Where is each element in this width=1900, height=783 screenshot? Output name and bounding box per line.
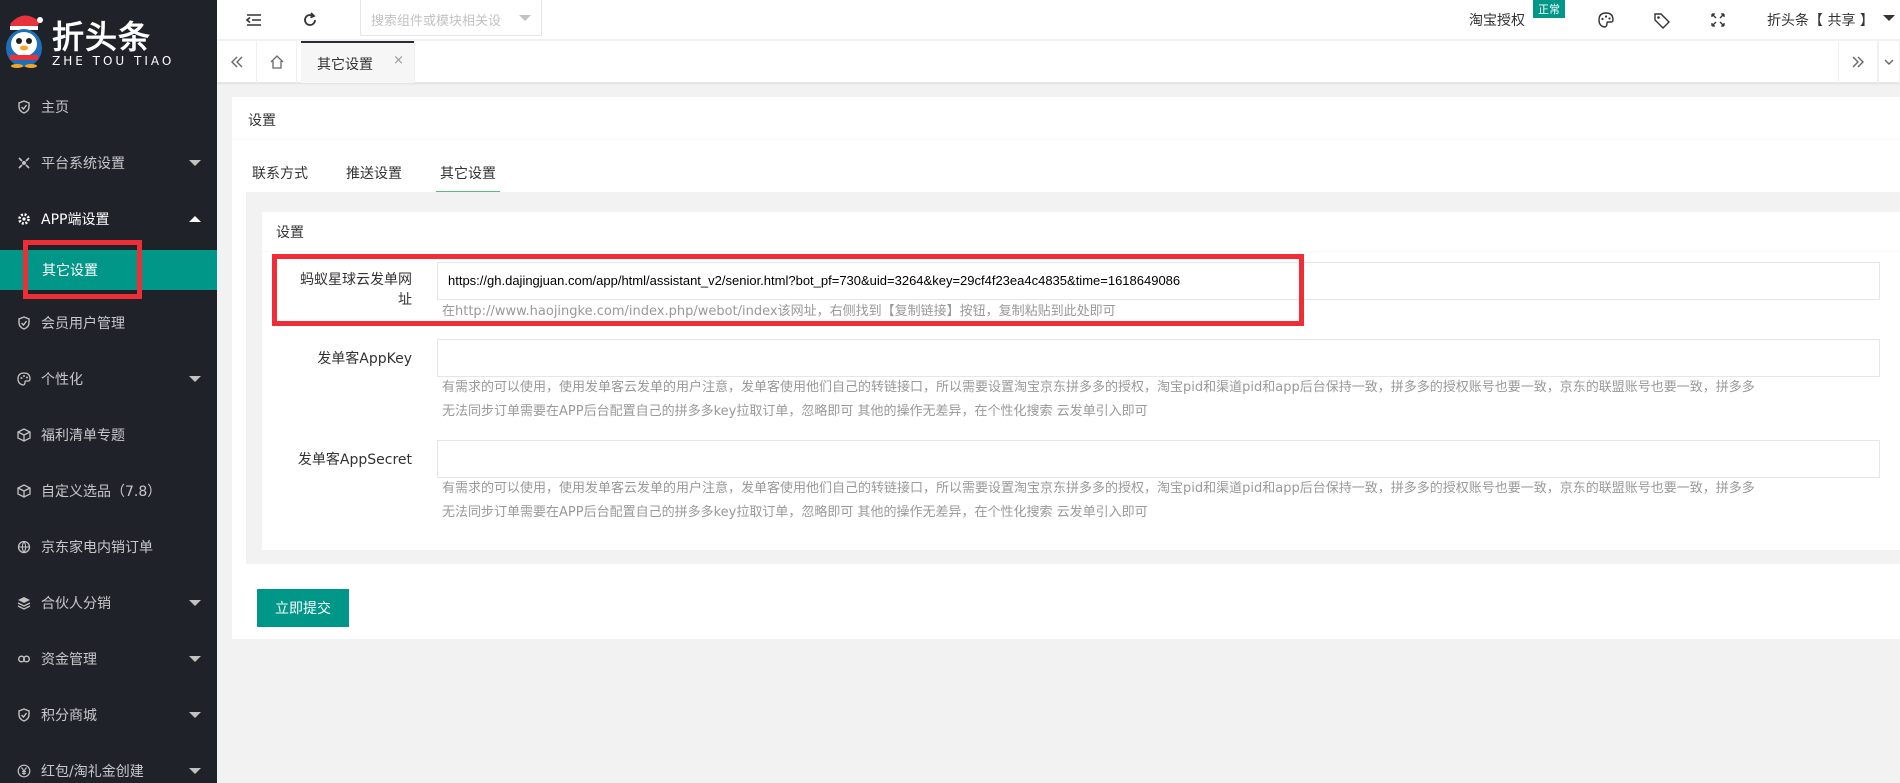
tab-other-settings-active[interactable]: 其它设置 <box>436 155 500 193</box>
sidebar-item-personalize[interactable]: 个性化 <box>0 351 217 407</box>
status-badge: 正常 <box>1533 0 1565 18</box>
sidebar-item-member-management[interactable]: 会员用户管理 <box>0 295 217 351</box>
yen-icon <box>17 764 31 778</box>
sidebar-item-red-packet[interactable]: 红包/淘礼金创建 <box>0 743 217 783</box>
tabs-scroll-left-button[interactable] <box>217 41 257 83</box>
globe-icon <box>17 540 31 554</box>
box-icon <box>17 428 31 442</box>
brand-subtitle: ZHE TOU TIAO <box>52 54 175 68</box>
search-placeholder: 搜索组件或模块相关设 <box>371 14 502 29</box>
form-title: 设置 <box>276 225 304 241</box>
sidebar-item-fund-management[interactable]: 资金管理 <box>0 631 217 687</box>
appkey-input[interactable] <box>437 339 1880 377</box>
tab-label: 其它设置 <box>317 57 373 73</box>
brand-name: 折头条 <box>52 18 152 56</box>
palette-icon <box>17 372 31 386</box>
tab-contact[interactable]: 联系方式 <box>252 155 308 183</box>
field-hint: 有需求的可以使用，使用发单客云发单的用户注意，发单客使用他们自己的转链接口，所以… <box>442 376 1755 424</box>
shield-icon <box>17 316 31 330</box>
box-icon <box>17 484 31 498</box>
field-label-appsecret: 发单客AppSecret <box>297 452 412 468</box>
double-chevron-left-icon <box>230 56 242 68</box>
penguin-mascot-icon <box>6 15 43 68</box>
home-icon <box>270 55 283 69</box>
chevron-down-icon <box>189 376 201 382</box>
tab-active-indicator <box>301 41 414 43</box>
card-title: 设置 <box>248 113 276 129</box>
user-menu[interactable]: 折头条【 共享 】 <box>1767 10 1874 30</box>
chevron-down-icon <box>189 768 201 774</box>
sidebar-item-label: 会员用户管理 <box>41 316 125 332</box>
sidebar-item-partner-distribution[interactable]: 合伙人分销 <box>0 575 217 631</box>
field-label-appkey: 发单客AppKey <box>317 351 412 367</box>
top-header: 搜索组件或模块相关设 淘宝授权 正常 折头条【 共享 】 <box>217 0 1900 40</box>
settings-icon <box>17 156 31 170</box>
hint-line: 有需求的可以使用，使用发单客云发单的用户注意，发单客使用他们自己的转链接口，所以… <box>442 380 1755 395</box>
divider <box>262 251 1900 252</box>
sidebar-item-custom-selection[interactable]: 自定义选品（7.8） <box>0 463 217 519</box>
menu-collapse-icon[interactable] <box>245 11 263 29</box>
sidebar-item-points-mall[interactable]: 积分商城 <box>0 687 217 743</box>
submit-button[interactable]: 立即提交 <box>257 589 349 627</box>
sidebar-item-label: 积分商城 <box>41 708 97 724</box>
shield-icon <box>17 708 31 722</box>
page-tab-bar: 其它设置 × <box>217 41 1900 83</box>
highlight-box <box>272 254 1304 326</box>
sidebar: 折头条 ZHE TOU TIAO 主页 平台系统设置 APP端设置 其它设置 会… <box>0 0 217 783</box>
chevron-down-icon <box>189 656 201 662</box>
chevron-down-icon <box>519 15 531 21</box>
sidebar-item-label: 主页 <box>41 100 69 116</box>
link-icon <box>17 652 31 666</box>
refresh-icon[interactable] <box>301 11 319 29</box>
chevron-down-icon[interactable] <box>1883 15 1895 21</box>
sidebar-item-label: 京东家电内销订单 <box>41 540 153 556</box>
sidebar-item-label: APP端设置 <box>41 212 110 228</box>
module-search-select[interactable]: 搜索组件或模块相关设 <box>360 0 542 36</box>
hint-line: 无法同步订单需要在APP后台配置自己的拼多多key拉取订单，忽略即可 其他的操作… <box>442 404 1148 419</box>
theme-palette-icon[interactable] <box>1597 11 1615 29</box>
home-tab-button[interactable] <box>257 41 297 83</box>
hint-line: 无法同步订单需要在APP后台配置自己的拼多多key拉取订单，忽略即可 其他的操作… <box>442 505 1148 520</box>
appsecret-input[interactable] <box>437 440 1880 478</box>
hint-line: 有需求的可以使用，使用发单客云发单的用户注意，发单客使用他们自己的转链接口，所以… <box>442 481 1755 496</box>
chevron-down-icon <box>1884 59 1894 65</box>
gear-icon <box>17 212 31 226</box>
close-icon[interactable]: × <box>393 53 404 68</box>
sidebar-item-welfare-list[interactable]: 福利清单专题 <box>0 407 217 463</box>
double-chevron-right-icon <box>1852 56 1864 68</box>
divider <box>232 139 1900 140</box>
sidebar-item-app-settings[interactable]: APP端设置 <box>0 191 217 247</box>
tab-push-settings[interactable]: 推送设置 <box>346 155 402 183</box>
sidebar-item-platform-settings[interactable]: 平台系统设置 <box>0 135 217 191</box>
shield-icon <box>17 100 31 114</box>
sidebar-item-label: 平台系统设置 <box>41 156 125 172</box>
field-hint: 有需求的可以使用，使用发单客云发单的用户注意，发单客使用他们自己的转链接口，所以… <box>442 477 1755 525</box>
sidebar-item-home[interactable]: 主页 <box>0 79 217 135</box>
sidebar-item-label: 合伙人分销 <box>41 596 111 612</box>
layers-icon <box>17 596 31 610</box>
sidebar-item-label: 红包/淘礼金创建 <box>41 764 144 780</box>
tab-other-settings[interactable]: 其它设置 × <box>301 41 415 83</box>
chevron-up-icon <box>189 216 201 222</box>
chevron-down-icon <box>189 600 201 606</box>
taobao-auth-label[interactable]: 淘宝授权 <box>1469 10 1525 30</box>
logo[interactable]: 折头条 ZHE TOU TIAO <box>0 0 217 80</box>
tag-icon[interactable] <box>1653 11 1671 29</box>
sidebar-item-jd-orders[interactable]: 京东家电内销订单 <box>0 519 217 575</box>
sidebar-item-label: 福利清单专题 <box>41 428 125 444</box>
sidebar-item-label: 个性化 <box>41 372 83 388</box>
tabs-scroll-right-button[interactable] <box>1838 41 1878 83</box>
tabs-menu-button[interactable] <box>1878 41 1900 83</box>
chevron-down-icon <box>189 160 201 166</box>
highlight-box <box>23 240 142 299</box>
sidebar-item-label: 自定义选品（7.8） <box>41 484 162 500</box>
fullscreen-icon[interactable] <box>1709 11 1727 29</box>
sidebar-item-label: 资金管理 <box>41 652 97 668</box>
chevron-down-icon <box>189 712 201 718</box>
